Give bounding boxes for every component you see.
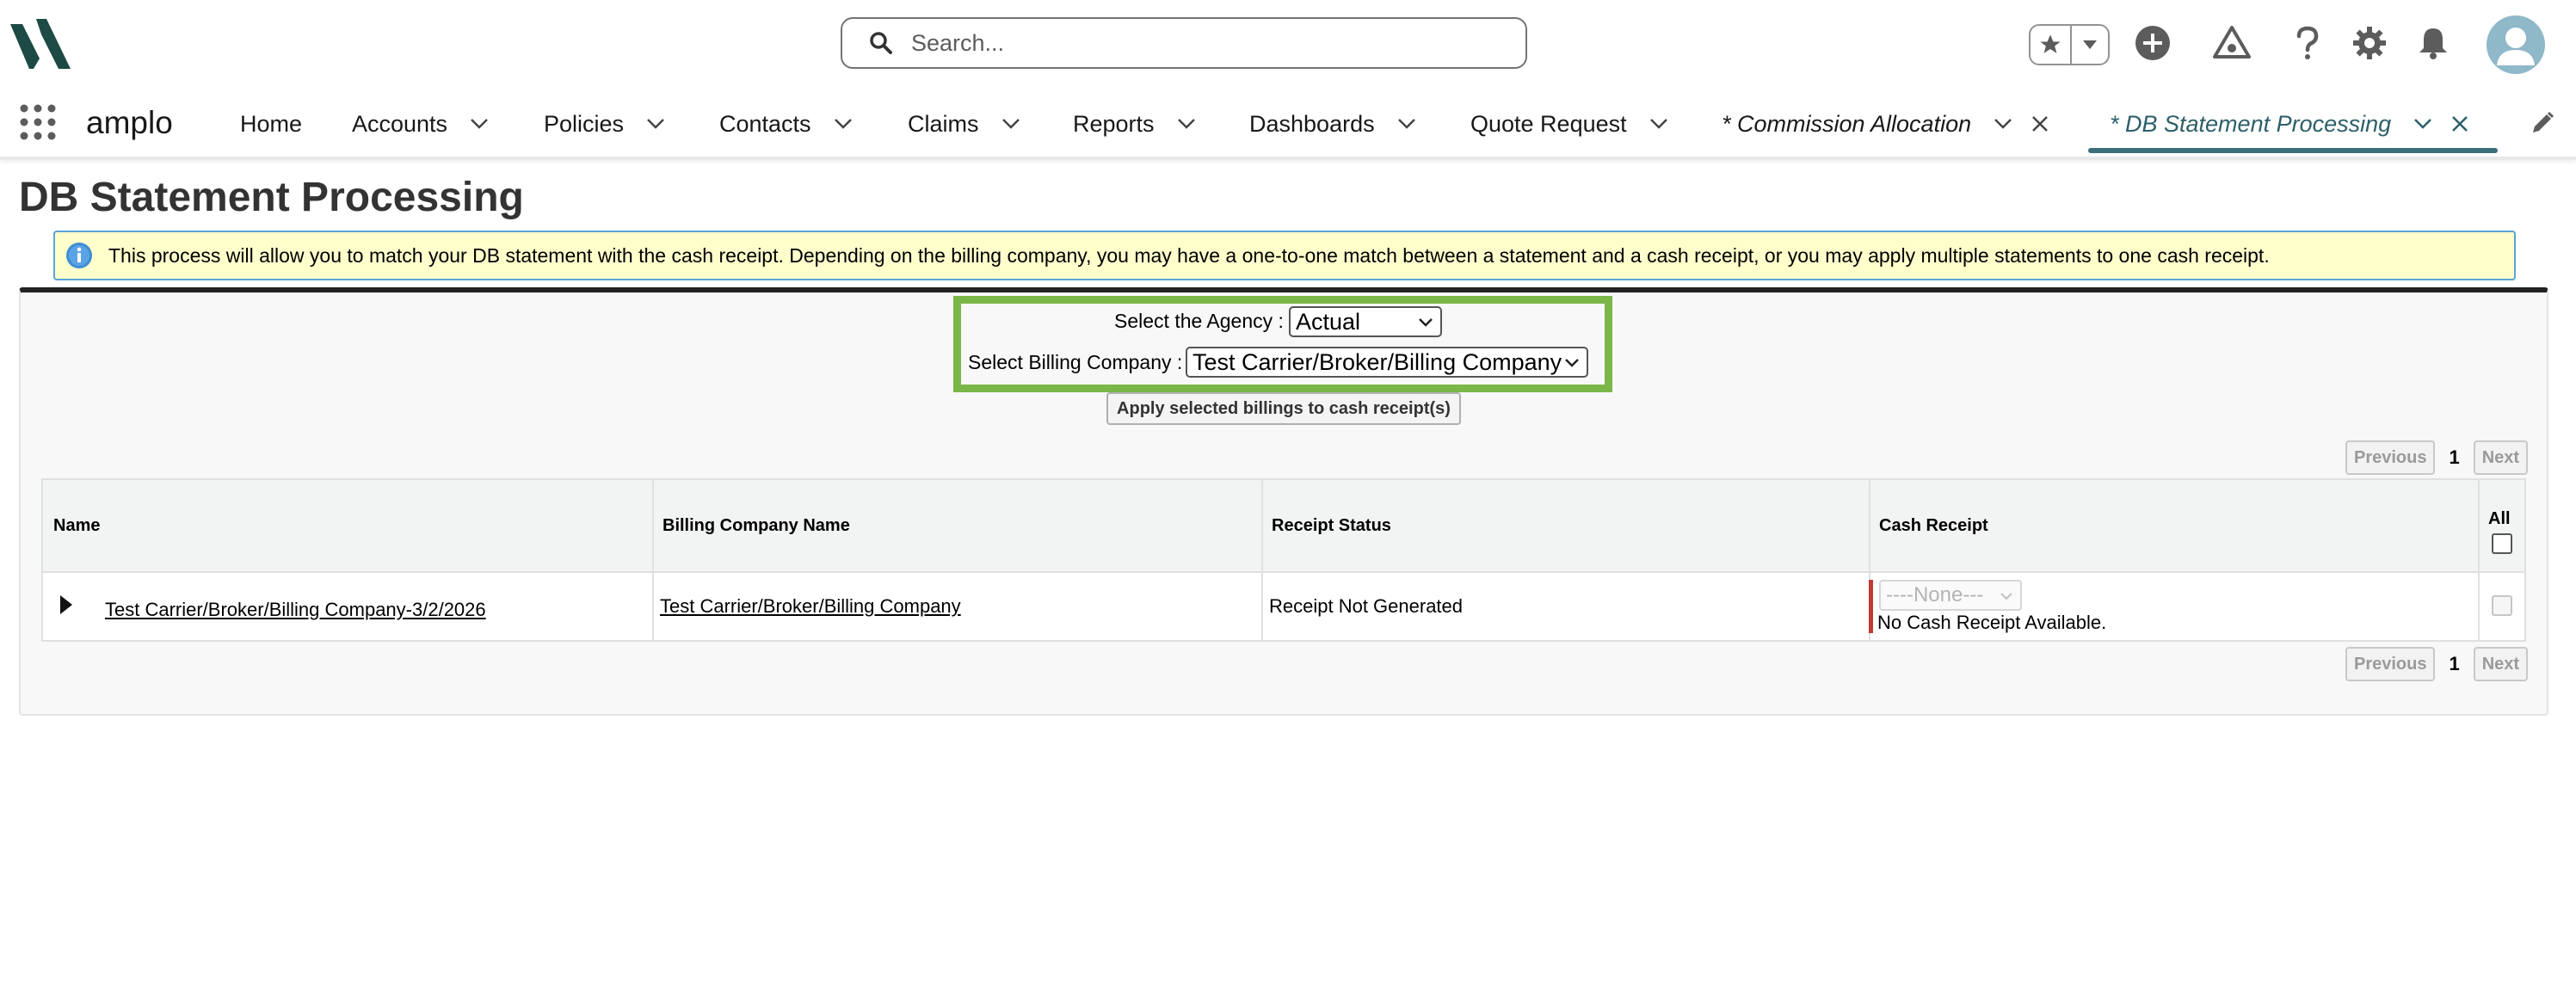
billing-company-label: Select Billing Company : xyxy=(968,351,1183,373)
chevron-down-icon[interactable] xyxy=(470,118,489,130)
favorites-group[interactable] xyxy=(2029,24,2110,65)
info-message: This process will allow you to match you… xyxy=(53,231,2516,280)
page-title: DB Statement Processing xyxy=(19,175,524,220)
nav-item-label: Claims xyxy=(908,110,979,137)
nav-item-quote-request[interactable]: Quote Request xyxy=(1470,108,1668,139)
app-nav-bar: amplo Home Accounts Policies Contacts Cl… xyxy=(0,89,2576,160)
cash-receipt-select[interactable]: ----None--- xyxy=(1879,580,2022,611)
nav-item-accounts[interactable]: Accounts xyxy=(352,108,489,139)
required-indicator xyxy=(1869,580,1873,633)
chevron-down-icon xyxy=(2000,593,2012,600)
chevron-down-icon xyxy=(1565,359,1579,367)
star-icon[interactable] xyxy=(2031,26,2072,64)
nav-item-label: Reports xyxy=(1073,110,1155,137)
column-header-cash-receipt[interactable]: Cash Receipt xyxy=(1879,516,1988,536)
chevron-down-icon[interactable] xyxy=(1397,118,1416,130)
chevron-down-icon[interactable] xyxy=(646,118,665,130)
agency-label: Select the Agency : xyxy=(1114,310,1284,332)
chevron-down-icon[interactable] xyxy=(1994,118,2012,130)
cash-receipt-select-value: ----None--- xyxy=(1886,583,1984,606)
search-icon xyxy=(870,32,892,54)
column-header-receipt-status[interactable]: Receipt Status xyxy=(1272,516,1391,536)
info-icon xyxy=(66,243,92,268)
nav-item-reports[interactable]: Reports xyxy=(1073,108,1196,139)
nav-item-dashboards[interactable]: Dashboards xyxy=(1249,108,1416,139)
table-header: Name Billing Company Name Receipt Status… xyxy=(43,480,2524,573)
chevron-down-icon[interactable] xyxy=(2413,118,2432,130)
billing-company-link[interactable]: Test Carrier/Broker/Billing Company xyxy=(660,595,961,618)
nav-item-label: Quote Request xyxy=(1470,110,1627,137)
tab-label: * Commission Allocation xyxy=(1722,110,1972,137)
column-divider xyxy=(1261,480,1263,640)
nav-item-label: Contacts xyxy=(719,110,811,137)
pagination-bottom: Previous 1 Next xyxy=(2345,647,2529,681)
chevron-down-icon[interactable] xyxy=(834,118,853,130)
nav-item-label: Accounts xyxy=(352,110,448,137)
nav-item-contacts[interactable]: Contacts xyxy=(719,108,853,139)
favorites-dropdown-icon[interactable] xyxy=(2072,40,2108,50)
page-number: 1 xyxy=(2449,653,2460,674)
next-page-button[interactable]: Next xyxy=(2473,647,2529,681)
chevron-down-icon[interactable] xyxy=(1649,118,1668,130)
billing-company-select-value: Test Carrier/Broker/Billing Company xyxy=(1192,348,1562,375)
tab-db-statement-processing[interactable]: * DB Statement Processing xyxy=(2110,108,2468,139)
chevron-down-icon xyxy=(1419,318,1433,327)
column-header-all: All xyxy=(2488,509,2511,528)
apply-billings-button[interactable]: Apply selected billings to cash receipt(… xyxy=(1106,392,1461,425)
expand-row-icon[interactable] xyxy=(59,594,74,616)
previous-page-button[interactable]: Previous xyxy=(2345,440,2436,475)
billing-company-select[interactable]: Test Carrier/Broker/Billing Company xyxy=(1186,347,1588,378)
agency-select-value: Actual xyxy=(1296,308,1361,335)
app-launcher-icon[interactable] xyxy=(19,103,57,141)
column-divider xyxy=(652,480,654,640)
statement-name-link[interactable]: Test Carrier/Broker/Billing Company-3/2/… xyxy=(105,599,486,621)
info-message-text: This process will allow you to match you… xyxy=(108,243,2270,267)
search-input[interactable] xyxy=(909,28,1498,58)
nav-item-home[interactable]: Home xyxy=(240,108,302,139)
column-header-name[interactable]: Name xyxy=(53,516,100,536)
receipt-status: Receipt Not Generated xyxy=(1269,595,1464,617)
bell-icon[interactable] xyxy=(2413,22,2454,64)
page-number: 1 xyxy=(2449,446,2460,468)
nav-item-label: Home xyxy=(240,110,303,137)
column-header-billing-company[interactable]: Billing Company Name xyxy=(662,516,850,536)
app-name: amplo xyxy=(86,105,173,140)
add-icon[interactable] xyxy=(2132,22,2173,64)
chevron-down-icon[interactable] xyxy=(1177,118,1196,130)
nav-item-claims[interactable]: Claims xyxy=(908,108,1020,139)
help-icon[interactable] xyxy=(2287,22,2328,64)
previous-page-button[interactable]: Previous xyxy=(2345,647,2436,681)
no-cash-receipt-note: No Cash Receipt Available. xyxy=(1877,612,2107,633)
nav-item-label: Policies xyxy=(544,110,625,137)
setup-gear-icon[interactable] xyxy=(2349,22,2390,64)
user-avatar-icon[interactable] xyxy=(2487,15,2545,74)
chevron-down-icon[interactable] xyxy=(1001,118,1020,130)
trailhead-icon[interactable] xyxy=(2211,22,2252,64)
active-tab-indicator xyxy=(2088,148,2498,153)
nav-item-policies[interactable]: Policies xyxy=(544,108,665,139)
app-logo[interactable] xyxy=(10,19,79,69)
row-select-checkbox[interactable] xyxy=(2492,595,2512,616)
edit-nav-pencil-icon[interactable] xyxy=(2530,110,2555,136)
tab-label: * DB Statement Processing xyxy=(2110,110,2392,137)
pagination-top: Previous 1 Next xyxy=(2345,440,2529,475)
select-all-checkbox[interactable] xyxy=(2492,533,2512,554)
agency-select[interactable]: Actual xyxy=(1289,306,1442,337)
global-header xyxy=(0,0,2576,89)
column-divider xyxy=(2478,480,2480,640)
close-icon[interactable] xyxy=(2031,115,2049,132)
close-icon[interactable] xyxy=(2451,115,2468,132)
next-page-button[interactable]: Next xyxy=(2473,440,2529,475)
nav-item-label: Dashboards xyxy=(1249,110,1375,137)
tab-commission-allocation[interactable]: * Commission Allocation xyxy=(1722,108,2049,139)
global-search[interactable] xyxy=(841,17,1527,69)
